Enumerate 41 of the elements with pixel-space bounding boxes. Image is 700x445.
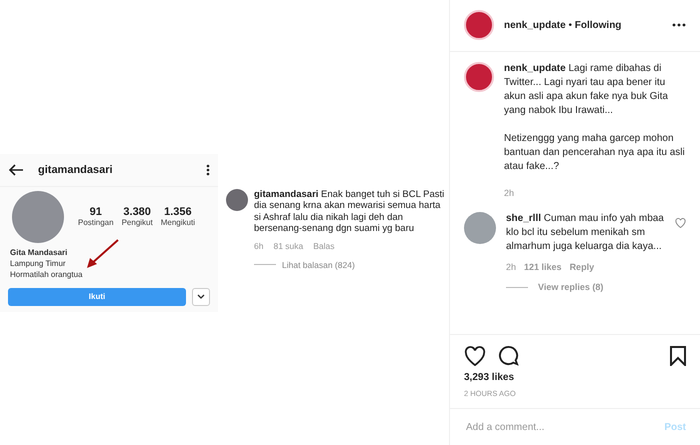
comment-text: she_rlll Cuman mau info yah mbaa klo bcl itu sebelum menikah sm almarhum juga keluarga dia kaya... xyxy=(506,212,665,254)
back-arrow-icon[interactable] xyxy=(8,164,24,176)
arrow-drawing xyxy=(86,238,120,268)
view-replies-link[interactable]: Lihat balasan (824) xyxy=(282,260,355,270)
caption-text: nenk_update Lagi rame dibahas di Twitter... Lagi nyari tau apa bener itu akun asli apa akun fake nya buk Gita yang nabok Ibu Irawati... xyxy=(504,62,669,118)
avatar xyxy=(464,62,494,92)
profile-name: Gita Mandasari xyxy=(10,246,68,258)
like-count: 121 likes xyxy=(524,262,562,272)
avatar xyxy=(464,10,494,40)
bio-line: Hormatilah orangtua xyxy=(10,268,82,280)
heart-icon[interactable] xyxy=(464,346,486,366)
avatar xyxy=(464,212,496,244)
more-options-icon[interactable] xyxy=(672,23,686,27)
stat-label: Pengikut xyxy=(122,218,153,227)
stat-label: Postingan xyxy=(78,218,114,227)
view-replies-link[interactable]: View replies (8) xyxy=(538,282,604,292)
bookmark-icon[interactable] xyxy=(670,346,686,366)
avatar xyxy=(12,190,64,242)
comment-input[interactable]: Add a comment... xyxy=(464,420,664,434)
comment-text: gitamandasari Enak banget tuh si BCL Pasti dia senang krna akan mewarisi semua harta si Ashraf lalu dia nikah lagi deh dan bersenang-senang dgn suami yg baru xyxy=(254,188,446,234)
stat-label: Mengikuti xyxy=(160,218,195,227)
avatar xyxy=(226,188,248,210)
account-header: nenk_update • Following xyxy=(504,20,622,30)
stat-value: 91 xyxy=(90,206,102,218)
stat-value: 3.380 xyxy=(123,206,151,218)
like-count: 81 suka xyxy=(273,240,304,250)
comment-time: 2h xyxy=(506,262,516,272)
comment-time: 6h xyxy=(254,240,264,250)
chevron-down-icon xyxy=(197,294,205,299)
like-count: 3,293 likes xyxy=(464,372,516,383)
more-options-icon[interactable] xyxy=(206,164,210,176)
stat-value: 1.356 xyxy=(164,206,192,218)
bio-line: Lampung Timur xyxy=(10,258,67,268)
comment-bubble-icon[interactable] xyxy=(498,345,519,366)
follow-button[interactable]: Ikuti xyxy=(8,288,186,306)
reply-link[interactable]: Balas xyxy=(313,240,335,250)
reply-link[interactable]: Reply xyxy=(570,262,594,272)
caption-time: 2h xyxy=(504,188,516,198)
dropdown-button[interactable] xyxy=(192,288,210,306)
caption-text: Netizenggg yang maha garcep mohon bantuan dan pencerahan nya apa itu asli atau fake...? xyxy=(504,132,686,174)
profile-username: gitamandasari xyxy=(38,164,114,176)
